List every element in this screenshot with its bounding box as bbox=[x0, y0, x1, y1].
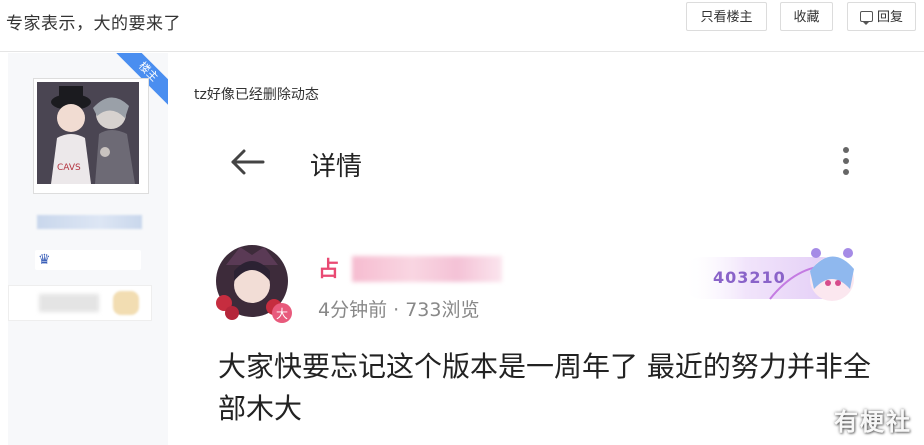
only-op-button[interactable]: 只看楼主 bbox=[686, 2, 767, 31]
author-avatar[interactable]: CAVS bbox=[33, 78, 149, 194]
fan-badge-number: 403210 bbox=[713, 268, 786, 287]
svg-text:CAVS: CAVS bbox=[57, 163, 81, 173]
reply-button[interactable]: 回复 bbox=[847, 2, 916, 31]
more-vertical-icon bbox=[842, 147, 850, 179]
author-name-blurred bbox=[37, 215, 142, 229]
member-badge-row: ♛ bbox=[35, 250, 141, 270]
embedded-author-avatar: 大 bbox=[216, 245, 292, 323]
thread-title: 专家表示，大的要来了 bbox=[6, 14, 181, 34]
arrow-left-icon bbox=[231, 149, 265, 175]
site-watermark: 有梗社 bbox=[834, 408, 912, 436]
favorite-button[interactable]: 收藏 bbox=[780, 2, 833, 31]
embedded-detail-header: 详情 bbox=[168, 133, 924, 193]
crest-icon: ♛ bbox=[38, 252, 51, 268]
header-divider bbox=[0, 51, 924, 52]
level-badge bbox=[113, 291, 139, 315]
level-text-blurred bbox=[39, 294, 99, 312]
reply-button-label: 回复 bbox=[876, 10, 903, 25]
author-card: 楼主 CAVS ♛ bbox=[8, 53, 168, 445]
post-content: 大家快要忘记这个版本是一周年了 最近的努力并非全部木大 bbox=[218, 350, 871, 425]
avatar-badge-text: 大 bbox=[276, 307, 288, 321]
embedded-author-name: 占 bbox=[318, 257, 339, 281]
detail-title: 详情 bbox=[310, 152, 363, 182]
post-meta: 4分钟前 · 733浏览 bbox=[318, 299, 480, 321]
author-level-row bbox=[8, 285, 152, 321]
avatar-image: CAVS bbox=[37, 82, 139, 184]
speech-bubble-icon bbox=[859, 11, 873, 25]
author-name-blurred-strip bbox=[352, 256, 502, 282]
thread-header: 专家表示，大的要来了 只看楼主 收藏 回复 bbox=[0, 0, 924, 50]
post-note: tz好像已经删除动态 bbox=[194, 87, 319, 103]
post-body: tz好像已经删除动态 详情 大 占 4分钟前 · 733浏览 403210 大家… bbox=[168, 53, 924, 445]
